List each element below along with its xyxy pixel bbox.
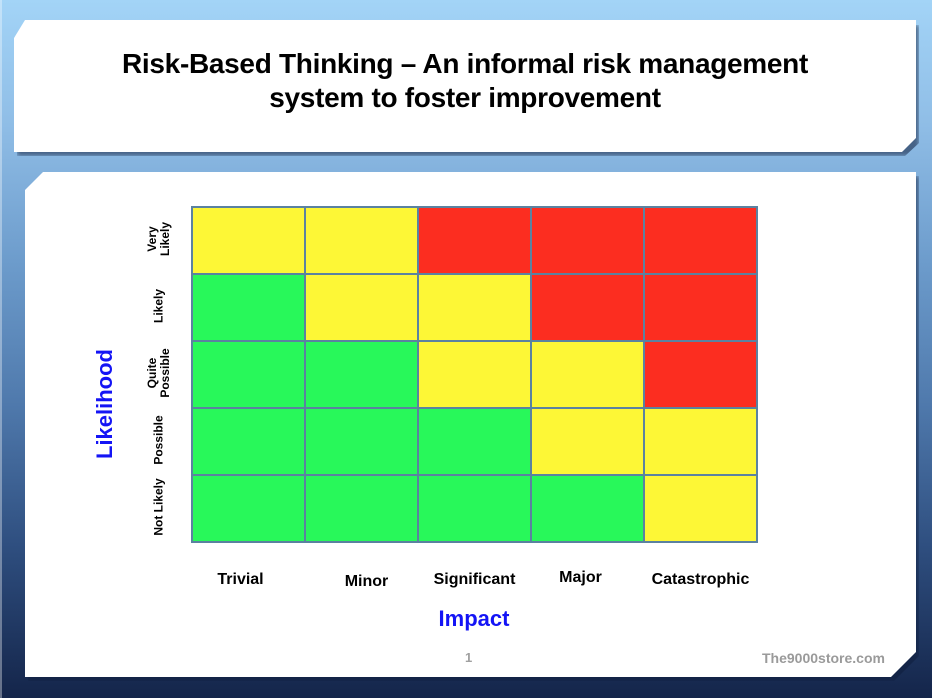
impact-tick-label: Minor [344, 573, 389, 590]
impact-tick-label: Significant [433, 571, 516, 588]
likelihood-tick-label: Very Likely [145, 221, 172, 256]
likelihood-tick-label: Likely [151, 288, 166, 323]
likelihood-tick-label: Possible [151, 414, 166, 465]
risk-cell-low [191, 474, 306, 543]
impact-tick-label: Major [559, 569, 602, 586]
risk-cell-medium [417, 273, 532, 342]
page-number: 1 [465, 650, 473, 665]
risk-cell-low [191, 273, 306, 342]
likelihood-tick-label: Not Likely [151, 477, 166, 536]
risk-cell-low [191, 407, 306, 476]
risk-cell-low [304, 340, 419, 409]
risk-cell-high [417, 206, 532, 275]
y-axis-title: Likelihood [92, 349, 117, 459]
risk-cell-high [643, 340, 758, 409]
risk-cell-low [191, 340, 306, 409]
risk-cell-medium [191, 206, 306, 275]
risk-cell-low [304, 474, 419, 543]
risk-cell-medium [304, 273, 419, 342]
risk-cell-high [643, 273, 758, 342]
risk-cell-medium [643, 407, 758, 476]
risk-cell-medium [417, 340, 532, 409]
risk-matrix [191, 206, 758, 543]
impact-tick-label: Catastrophic [651, 571, 750, 588]
risk-cell-medium [643, 474, 758, 543]
risk-cell-medium [530, 407, 645, 476]
risk-cell-high [530, 273, 645, 342]
impact-tick-label: Trivial [217, 571, 264, 588]
risk-cell-low [304, 407, 419, 476]
likelihood-tick-label: Quite Possible [145, 347, 172, 398]
risk-cell-low [530, 474, 645, 543]
x-axis-title: Impact [438, 606, 510, 631]
risk-cell-high [643, 206, 758, 275]
risk-cell-medium [304, 206, 419, 275]
risk-cell-high [530, 206, 645, 275]
risk-cell-low [417, 407, 532, 476]
risk-cell-medium [530, 340, 645, 409]
risk-cell-low [417, 474, 532, 543]
footer-brand: The9000store.com [762, 650, 885, 666]
